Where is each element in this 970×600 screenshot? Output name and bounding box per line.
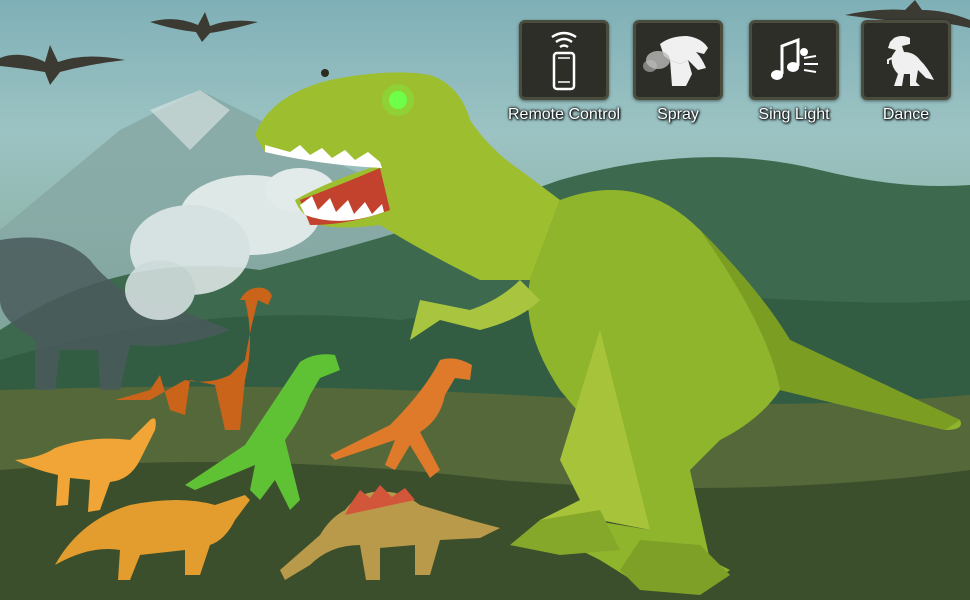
music-light-icon bbox=[749, 20, 839, 100]
feature-label: Sing Light bbox=[758, 106, 830, 123]
feature-dance: Dance bbox=[850, 20, 962, 124]
product-scene: Remote Control Spray Sing Light Dance bbox=[0, 0, 970, 600]
feature-remote-control: Remote Control bbox=[508, 20, 620, 124]
feature-icons-row: Remote Control Spray Sing Light Dance bbox=[508, 20, 958, 135]
feature-label: Spray bbox=[657, 106, 699, 123]
spray-dino-head-icon bbox=[633, 20, 723, 100]
remote-phone-icon bbox=[519, 20, 609, 100]
feature-label: Dance bbox=[882, 106, 930, 123]
dancing-trex-icon bbox=[861, 20, 951, 100]
pterosaur bbox=[150, 12, 258, 42]
pterosaur bbox=[0, 45, 125, 85]
feature-label: Remote Control bbox=[508, 106, 621, 123]
feature-spray: Spray bbox=[622, 20, 734, 124]
feature-sing-light: Sing Light bbox=[738, 20, 850, 124]
